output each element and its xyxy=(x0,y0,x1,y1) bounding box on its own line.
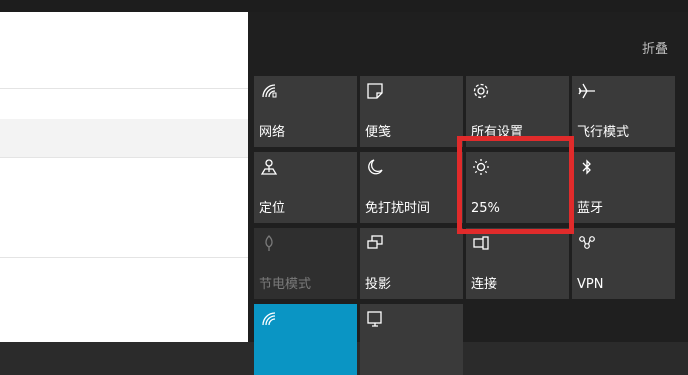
tile-tablet-mode[interactable] xyxy=(360,304,463,375)
tile-label: 蓝牙 xyxy=(577,201,604,216)
battery-saver-icon xyxy=(265,235,273,251)
tile-quiet-hours[interactable]: 免打扰时间 xyxy=(360,152,463,223)
tile-bluetooth[interactable]: 蓝牙 xyxy=(572,152,675,223)
tile-all-settings[interactable]: 所有设置 xyxy=(466,76,569,147)
tile-airplane-mode[interactable]: 飞行模式 xyxy=(572,76,675,147)
tile-note[interactable]: 便笺 xyxy=(360,76,463,147)
tile-label: 网络 xyxy=(259,125,286,140)
brightness-icon xyxy=(473,159,489,175)
collapse-button[interactable]: 折叠 xyxy=(642,38,668,57)
tile-label: 定位 xyxy=(259,201,286,216)
tile-brightness[interactable]: 25% xyxy=(466,152,569,223)
tile-location[interactable]: 定位 xyxy=(254,152,357,223)
vpn-icon xyxy=(579,236,595,249)
tile-label: 飞行模式 xyxy=(577,125,630,140)
tile-label: 便笺 xyxy=(365,125,392,140)
tile-wifi[interactable] xyxy=(254,304,357,375)
tile-network[interactable]: 网络 xyxy=(254,76,357,147)
project-icon xyxy=(367,235,383,249)
connect-icon xyxy=(473,236,489,250)
tile-connect[interactable]: 连接 xyxy=(466,228,569,299)
airplane-icon xyxy=(578,83,595,99)
tile-label: 免打扰时间 xyxy=(365,201,431,216)
tile-label: VPN xyxy=(577,277,604,292)
note-icon xyxy=(367,83,383,99)
divider xyxy=(0,157,248,158)
tablet-mode-icon xyxy=(367,311,382,327)
gear-icon xyxy=(473,83,489,99)
network-icon xyxy=(262,84,277,98)
tile-label: 投影 xyxy=(365,277,392,292)
moon-icon xyxy=(368,159,383,175)
divider xyxy=(0,88,248,89)
row-band xyxy=(0,119,248,157)
background-window xyxy=(0,12,248,342)
tile-label: 25% xyxy=(471,201,500,216)
location-icon xyxy=(260,159,278,175)
divider xyxy=(0,257,248,258)
tile-project[interactable]: 投影 xyxy=(360,228,463,299)
top-bar xyxy=(0,0,688,12)
tile-label: 节电模式 xyxy=(259,277,312,292)
tile-label: 所有设置 xyxy=(471,125,524,140)
tile-vpn[interactable]: VPN xyxy=(572,228,675,299)
tile-battery-saver[interactable]: 节电模式 xyxy=(254,228,357,299)
tile-label: 连接 xyxy=(471,277,498,292)
wifi-icon xyxy=(262,312,276,326)
bluetooth-icon xyxy=(582,159,591,175)
